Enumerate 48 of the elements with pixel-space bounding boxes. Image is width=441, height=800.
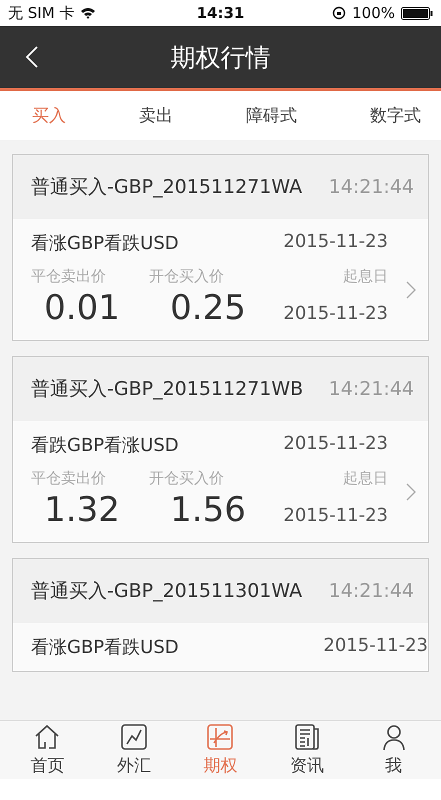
value-date-label: 起息日 (342, 267, 388, 286)
option-direction: 看涨GBP看跌USD (31, 636, 179, 659)
option-direction: 看跌GBP看涨USD (31, 434, 179, 457)
value-date: 2015-11-23 (282, 505, 388, 528)
bottom-tab[interactable]: 首页 (7, 721, 88, 779)
tab[interactable]: 障碍式 (246, 104, 297, 127)
bottom-tab[interactable]: 外汇 (94, 721, 174, 779)
sell-price: 0.01 (43, 288, 121, 328)
battery-percent: 100% (352, 4, 395, 22)
chevron-right-icon (406, 280, 416, 298)
page-title: 期权行情 (170, 42, 270, 74)
quote-time: 14:21:44 (328, 176, 414, 198)
bottom-tab[interactable]: 我 (354, 721, 434, 779)
buy-price-label: 开仓买入价 (149, 469, 225, 488)
value-date: 2015-11-23 (282, 303, 388, 326)
wifi-icon (80, 7, 96, 19)
line-chart-icon (120, 723, 148, 751)
rotation-lock-icon (332, 6, 346, 20)
chevron-right-icon (406, 482, 416, 500)
carrier-text: 无 SIM 卡 (8, 4, 74, 22)
newspaper-icon (293, 723, 322, 751)
sell-price-label: 平仓卖出价 (31, 469, 107, 488)
option-title: 普通买入-GBP_201511271WB (31, 377, 304, 402)
tab[interactable]: 数字式 (370, 104, 421, 127)
buy-price: 1.56 (169, 490, 247, 530)
quote-card[interactable]: 普通买入-GBP_201511301WA 14:21:44 看涨GBP看跌USD 2015-11-23 (12, 558, 429, 672)
value-date-label: 起息日 (342, 469, 388, 488)
trade-date: 2015-11-23 (283, 231, 388, 254)
buy-price: 0.25 (169, 288, 247, 328)
quote-time: 14:21:44 (328, 378, 414, 400)
option-direction: 看涨GBP看跌USD (31, 232, 179, 255)
bottom-tab[interactable]: 资讯 (267, 721, 348, 779)
quote-card[interactable]: 普通买入-GBP_201511271WB 14:21:44 看跌GBP看涨USD 2015-11-23 平仓卖出价 开仓买入价 起息日 1.32 1.56 2015-11-23 (12, 356, 429, 543)
option-title: 普通买入-GBP_201511271WA (31, 175, 302, 200)
sell-price-label: 平仓卖出价 (31, 267, 107, 286)
trade-date: 2015-11-23 (283, 433, 388, 456)
trade-date: 2015-11-23 (323, 635, 428, 658)
back-icon[interactable] (24, 44, 40, 70)
buy-price-label: 开仓买入价 (149, 267, 225, 286)
quote-card[interactable]: 普通买入-GBP_201511271WA 14:21:44 看涨GBP看跌USD 2015-11-23 平仓卖出价 开仓买入价 起息日 0.01 0.25 2015-11-23 (12, 154, 429, 341)
home-icon (33, 723, 62, 751)
sell-price: 1.32 (43, 490, 121, 530)
battery-icon (401, 6, 433, 20)
chart-icon (206, 723, 234, 751)
clock-text: 14:31 (196, 4, 244, 22)
tab[interactable]: 卖出 (139, 104, 173, 127)
option-title: 普通买入-GBP_201511301WA (31, 579, 302, 604)
quote-time: 14:21:44 (328, 580, 414, 602)
